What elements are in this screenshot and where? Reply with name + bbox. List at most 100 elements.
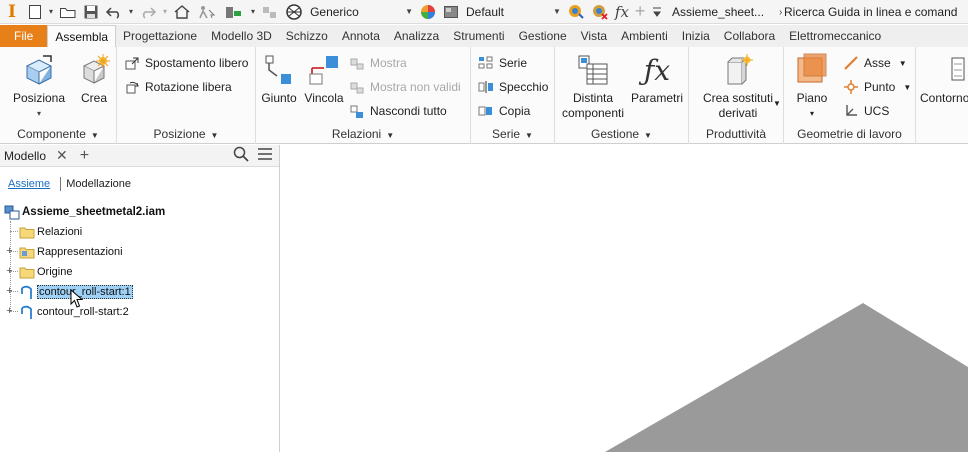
appearance-dropdown-icon[interactable]: ▼: [402, 0, 416, 24]
app-logo[interactable]: I: [0, 0, 24, 24]
mostra-button[interactable]: Mostra: [348, 53, 407, 73]
chevron-down-icon: ▼: [644, 131, 652, 140]
material-select[interactable]: Default: [462, 3, 550, 21]
update-icon[interactable]: [220, 0, 248, 24]
undo-dropdown-icon[interactable]: ▾: [126, 0, 136, 24]
new-dropdown-icon[interactable]: ▾: [46, 0, 56, 24]
close-icon[interactable]: ✕: [56, 147, 68, 164]
color-wheel-icon[interactable]: [416, 0, 440, 24]
panel-title-serie[interactable]: Serie ▼: [471, 127, 554, 141]
home-icon[interactable]: [170, 0, 194, 24]
tab-assembla[interactable]: Assembla: [47, 25, 117, 47]
material-icon[interactable]: [440, 0, 462, 24]
update-dropdown-icon[interactable]: ▾: [248, 0, 258, 24]
crea-button[interactable]: Crea: [72, 51, 116, 106]
copia-label: Copia: [499, 104, 531, 118]
punto-button[interactable]: Punto ▼: [842, 77, 911, 97]
tab-progettazione[interactable]: Progettazione: [116, 25, 204, 47]
panel-title-gestione[interactable]: Gestione ▼: [555, 127, 688, 141]
tree-node-rappresentazioni[interactable]: Rappresentazioni: [19, 243, 123, 261]
serie-button[interactable]: Serie: [477, 53, 527, 73]
tab-gestione[interactable]: Gestione: [512, 25, 574, 47]
visual-style-icon[interactable]: [282, 0, 306, 24]
redo-dropdown-icon[interactable]: ▾: [160, 0, 170, 24]
piano-button[interactable]: Piano ▾: [790, 51, 834, 121]
panel-title-posizione[interactable]: Posizione ▼: [117, 127, 255, 141]
new-icon[interactable]: [24, 0, 46, 24]
posiziona-label: Posiziona: [12, 91, 66, 105]
tab-elettromeccanico[interactable]: Elettromeccanico: [782, 25, 888, 47]
tree-node-origine[interactable]: Origine: [19, 263, 72, 281]
tree-node-relazioni[interactable]: Relazioni: [19, 223, 82, 241]
mirror-icon: [477, 78, 495, 96]
subtab-assieme[interactable]: Assieme: [6, 178, 52, 190]
appearance-select[interactable]: Generico: [306, 3, 402, 21]
asse-button[interactable]: Asse ▼: [842, 53, 907, 73]
material-dropdown-icon[interactable]: ▼: [550, 0, 564, 24]
pattern-icon: [477, 54, 495, 72]
work-point-icon: [842, 78, 860, 96]
chevron-down-icon[interactable]: ▼: [773, 99, 781, 108]
panel-title-componente[interactable]: Componente ▼: [0, 127, 116, 141]
save-icon[interactable]: [80, 0, 102, 24]
tab-vista[interactable]: Vista: [574, 25, 614, 47]
distinta-label-1: Distinta: [572, 91, 613, 105]
iproperties-icon[interactable]: [258, 0, 282, 24]
posiziona-button[interactable]: Posiziona ▾: [8, 51, 70, 121]
parametri-button[interactable]: ƒx Parametri: [629, 51, 685, 106]
add-icon[interactable]: +: [632, 0, 649, 24]
ucs-button[interactable]: UCS: [842, 101, 889, 121]
copia-button[interactable]: Copia: [477, 101, 530, 121]
ribbon: Posiziona ▾ Crea Componente ▼ Spostamento…: [0, 47, 968, 144]
ucs-icon: [842, 102, 860, 120]
material-select-value: Default: [465, 4, 505, 19]
tab-annota[interactable]: Annota: [335, 25, 387, 47]
undo-icon[interactable]: [102, 0, 126, 24]
tab-strumenti[interactable]: Strumenti: [446, 25, 511, 47]
contorno-button[interactable]: Contorno: [920, 51, 968, 106]
ribbon-tabs: File Assembla Progettazione Modello 3D S…: [0, 25, 968, 47]
tab-collabora[interactable]: Collabora: [717, 25, 782, 47]
open-icon[interactable]: [56, 0, 80, 24]
spostamento-libero-button[interactable]: Spostamento libero: [123, 53, 248, 73]
tab-modello-3d[interactable]: Modello 3D: [204, 25, 279, 47]
chevron-down-icon: ▼: [898, 58, 907, 68]
help-search[interactable]: Ricerca Guida in linea e comand: [784, 0, 957, 24]
rotazione-libera-button[interactable]: Rotazione libera: [123, 77, 232, 97]
mostra-non-validi-button[interactable]: Mostra non validi: [348, 77, 461, 97]
expand-icon[interactable]: +: [5, 266, 14, 277]
tab-schizzo[interactable]: Schizzo: [279, 25, 335, 47]
distinta-componenti-button[interactable]: Distinta componenti: [557, 51, 629, 121]
panel-title-geometrie: Geometrie di lavoro: [797, 127, 902, 141]
panel-componente: Posiziona ▾ Crea Componente ▼: [0, 47, 117, 144]
crea-sostituti-button[interactable]: Crea sostituti derivati: [695, 51, 781, 121]
giunto-button[interactable]: Giunto: [258, 51, 300, 106]
clear-appearance-icon[interactable]: [588, 0, 612, 24]
tab-ambienti[interactable]: Ambienti: [614, 25, 675, 47]
customize-qat-icon[interactable]: [648, 0, 666, 24]
tab-inizia[interactable]: Inizia: [675, 25, 717, 47]
subtab-modellazione[interactable]: Modellazione: [66, 178, 131, 190]
crea-sostituti-label-2: derivati: [718, 106, 758, 120]
representations-folder-icon: [19, 244, 35, 260]
browser-title[interactable]: Modello: [4, 149, 46, 163]
specchio-button[interactable]: Specchio: [477, 77, 548, 97]
adjust-appearance-icon[interactable]: [564, 0, 588, 24]
browser-subtabs: Assieme Modellazione: [6, 177, 131, 191]
redo-icon[interactable]: [136, 0, 160, 24]
select-icon[interactable]: [194, 0, 220, 24]
menu-icon[interactable]: [257, 147, 273, 164]
tree-root[interactable]: Assieme_sheetmetal2.iam: [4, 203, 165, 221]
fx-parameters-icon[interactable]: fx: [612, 0, 632, 24]
expand-icon[interactable]: +: [5, 246, 14, 257]
graphics-canvas[interactable]: [281, 145, 968, 452]
expand-icon[interactable]: +: [5, 306, 14, 317]
expand-icon[interactable]: +: [5, 286, 14, 297]
tab-file[interactable]: File: [0, 25, 48, 47]
search-icon[interactable]: [233, 146, 249, 165]
nascondi-tutto-button[interactable]: Nascondi tutto: [348, 101, 447, 121]
tab-analizza[interactable]: Analizza: [387, 25, 446, 47]
panel-title-relazioni[interactable]: Relazioni ▼: [256, 127, 470, 141]
add-browser-icon[interactable]: +: [80, 147, 89, 165]
vincola-button[interactable]: Vincola: [302, 51, 346, 106]
